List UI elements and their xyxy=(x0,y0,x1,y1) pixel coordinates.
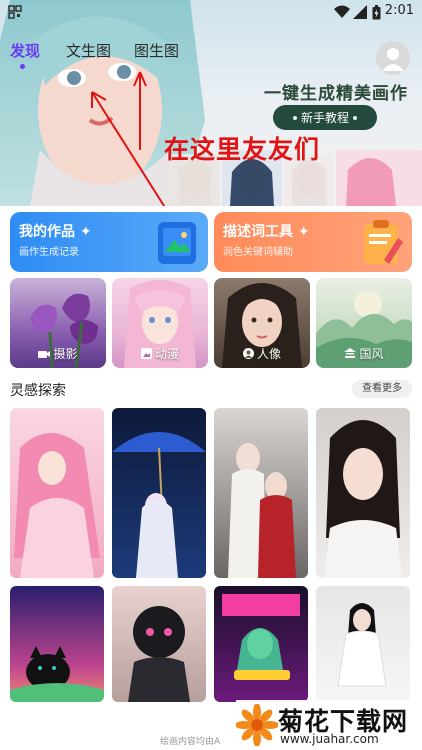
category-label-portrait: 人像 xyxy=(214,345,310,362)
my-works-card[interactable]: 我的作品 ✦ 画作生成记录 xyxy=(10,212,208,272)
inspiration-artwork xyxy=(10,646,104,702)
inspiration-artwork xyxy=(228,443,296,578)
sparkle-icon: ✦ xyxy=(79,224,92,240)
inspiration-artwork xyxy=(324,420,402,578)
category-photography[interactable]: 摄影 xyxy=(10,278,106,368)
inspiration-artwork xyxy=(14,433,100,578)
inspiration-tile[interactable] xyxy=(10,408,104,578)
inspiration-tile[interactable] xyxy=(316,408,410,578)
category-chinese-style[interactable]: 国风 xyxy=(316,278,412,368)
my-works-subtitle: 画作生成记录 xyxy=(19,247,79,258)
inspiration-tile[interactable] xyxy=(214,408,308,578)
inspiration-artwork xyxy=(222,594,300,680)
prompt-tool-subtitle: 润色关键词辅助 xyxy=(223,247,293,258)
prompt-tool-title: 描述词工具 ✦ xyxy=(223,224,310,240)
gallery-icon xyxy=(158,222,196,264)
inspiration-artwork xyxy=(337,603,387,687)
my-works-title: 我的作品 ✦ xyxy=(19,224,92,240)
annotation-text: 在这里友友们 xyxy=(164,135,321,164)
category-label-anime: 动漫 xyxy=(112,345,208,362)
site-watermark: 菊花下载网 www.juahar.com xyxy=(236,700,422,750)
category-label-photography: 摄影 xyxy=(10,345,106,362)
category-portrait[interactable]: 人像 xyxy=(214,278,310,368)
see-more-button[interactable]: 查看更多 xyxy=(352,380,412,398)
watermark-url: www.juahar.com xyxy=(280,732,379,746)
pavilion-icon xyxy=(344,348,357,358)
inspiration-artwork xyxy=(112,432,206,578)
hero-banner[interactable]: 2:01 发现 文生图 图生图 一键生成精美画作 新手教程 在这里友友们 xyxy=(0,0,422,206)
portrait-icon xyxy=(242,348,254,359)
camera-icon xyxy=(38,350,51,358)
inspiration-title: 灵感探索 xyxy=(10,383,66,399)
image-icon xyxy=(140,348,152,359)
inspiration-tile[interactable] xyxy=(316,586,410,702)
category-label-chinese-style: 国风 xyxy=(316,345,412,362)
prompt-tool-card[interactable]: 描述词工具 ✦ 润色关键词辅助 xyxy=(214,212,412,272)
clipboard-pencil-icon xyxy=(364,220,403,264)
inspiration-tile[interactable] xyxy=(112,408,206,578)
annotation-arrows xyxy=(91,71,166,206)
category-anime[interactable]: 动漫 xyxy=(112,278,208,368)
disclaimer-text: 绘画内容均由A xyxy=(160,737,221,747)
inspiration-artwork xyxy=(128,606,190,702)
inspiration-tile[interactable] xyxy=(112,586,206,702)
chrysanthemum-logo-icon xyxy=(236,704,278,746)
inspiration-tile[interactable] xyxy=(214,586,308,702)
sparkle-icon: ✦ xyxy=(297,224,310,240)
inspiration-tile[interactable] xyxy=(10,586,104,702)
